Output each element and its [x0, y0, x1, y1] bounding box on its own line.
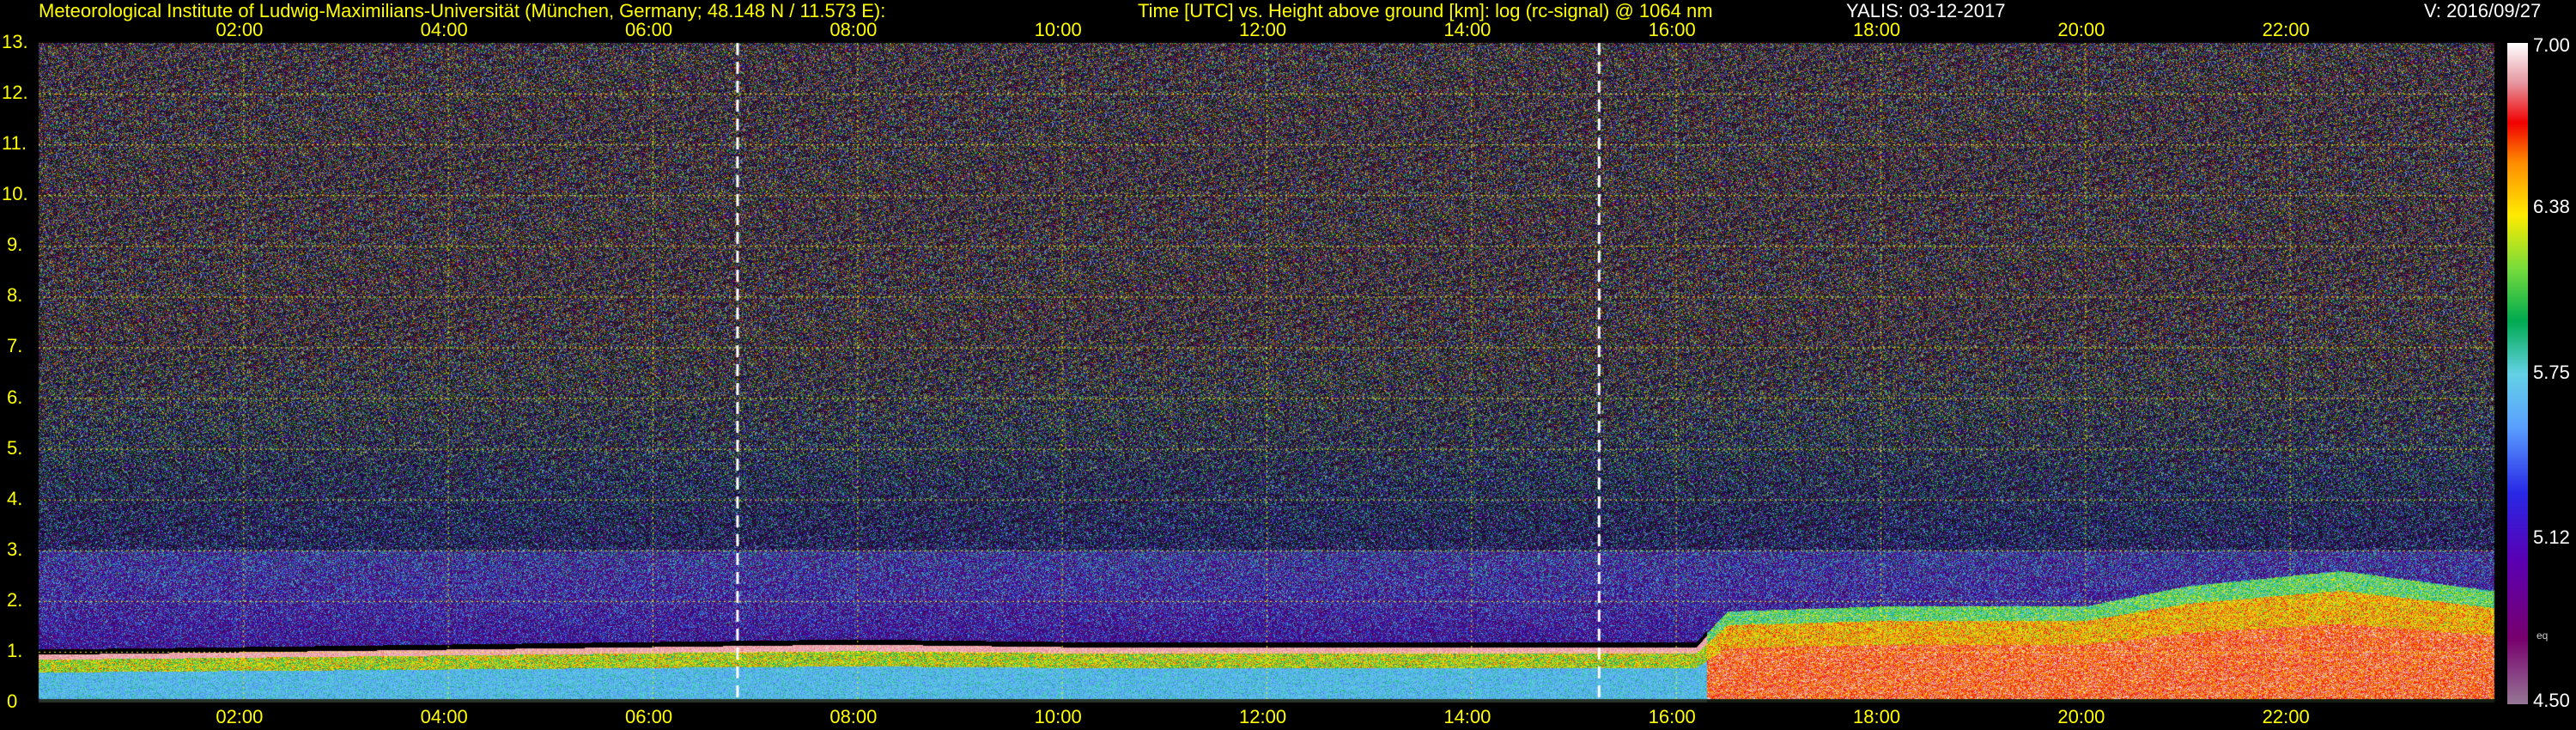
x-tick-label-bottom: 02:00 [216, 706, 264, 727]
x-tick-label-bottom: 04:00 [420, 706, 468, 727]
y-tick-label: 2. [7, 588, 23, 611]
colorbar-label-max: 7.00 [2533, 34, 2570, 56]
x-tick-label-bottom: 14:00 [1443, 706, 1492, 727]
x-tick-label-bottom: 12:00 [1239, 706, 1287, 727]
colorbar-label-min: 4.50 [2533, 690, 2570, 711]
x-tick-label-bottom: 16:00 [1648, 706, 1696, 727]
x-tick-label-top: 12:00 [1239, 19, 1287, 40]
y-tick-label: 7. [7, 335, 23, 357]
x-tick-label-bottom: 10:00 [1034, 706, 1082, 727]
y-tick-label: 8. [7, 284, 23, 307]
x-tick-label-top: 14:00 [1443, 19, 1492, 40]
x-tick-label-bottom: 20:00 [2057, 706, 2105, 727]
x-tick-label-bottom: 06:00 [625, 706, 673, 727]
y-tick-label: 13. [2, 31, 28, 52]
y-tick-label: 0 [7, 690, 18, 712]
x-tick-label-top: 10:00 [1034, 19, 1082, 40]
y-tick-label: 3. [7, 538, 23, 560]
x-tick-label-top: 08:00 [829, 19, 878, 40]
y-tick-label: 12. [2, 82, 28, 104]
x-tick-label-top: 04:00 [420, 19, 468, 40]
x-tick-label-bottom: 18:00 [1853, 706, 1901, 727]
plot-description: Time [UTC] vs. Height above ground [km]:… [1138, 0, 1713, 21]
x-tick-label-top: 16:00 [1648, 19, 1696, 40]
y-tick-label: 5. [7, 436, 23, 459]
x-tick-label-top: 02:00 [216, 19, 264, 40]
colorbar-label-512: 5.12 [2533, 526, 2570, 548]
y-tick-label: 9. [7, 234, 23, 256]
x-tick-label-top: 18:00 [1853, 19, 1901, 40]
x-tick-label-bottom: 22:00 [2262, 706, 2310, 727]
x-tick-label-top: 22:00 [2262, 19, 2310, 40]
y-tick-label: 11. [2, 132, 27, 155]
x-tick-label-top: 06:00 [625, 19, 673, 40]
x-tick-label-bottom: 08:00 [829, 706, 878, 727]
y-tick-label: 4. [7, 487, 23, 509]
x-tick-label-top: 20:00 [2057, 19, 2105, 40]
colorbar-label-575: 5.75 [2533, 362, 2570, 383]
y-tick-label: 1. [7, 639, 23, 661]
colorbar-small-label: eq [2537, 630, 2549, 642]
y-tick-label: 10. [2, 183, 28, 205]
colorbar-label-638: 6.38 [2533, 196, 2570, 217]
colorbar [2507, 43, 2528, 704]
version-label: V: 2016/09/27 [2424, 0, 2542, 21]
y-tick-label: 6. [7, 386, 23, 408]
lidar-heatmap-plot [0, 0, 2576, 730]
